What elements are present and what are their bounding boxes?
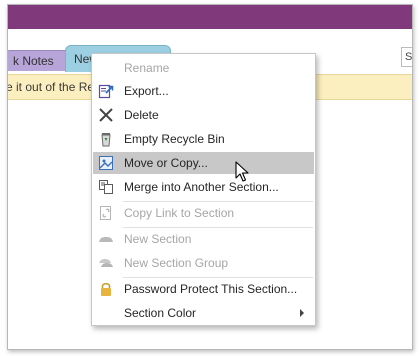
search-text: S [405, 51, 413, 63]
menu-item-label: Move or Copy... [124, 156, 208, 170]
menu-item-new-section[interactable]: New Section [93, 228, 314, 250]
menu-item-rename[interactable]: Rename [93, 57, 314, 79]
title-bar [8, 5, 412, 29]
menu-item-delete[interactable]: Delete [93, 104, 314, 126]
menu-item-label: Export... [124, 84, 169, 98]
new-section-icon [98, 231, 114, 247]
menu-item-section-color[interactable]: Section Color [93, 302, 314, 324]
menu-item-label: Password Protect This Section... [124, 282, 298, 296]
submenu-arrow-icon [300, 309, 304, 317]
delete-x-icon [98, 107, 114, 123]
menu-item-copy-link[interactable]: Copy Link to Section [93, 202, 314, 224]
merge-icon [98, 179, 114, 195]
menu-item-label: Copy Link to Section [124, 206, 235, 220]
menu-item-empty-recycle-bin[interactable]: Empty Recycle Bin [93, 128, 314, 150]
export-icon [98, 83, 114, 99]
menu-item-new-section-group[interactable]: New Section Group [93, 252, 314, 274]
menu-item-export[interactable]: Export... [93, 80, 314, 102]
menu-item-move-or-copy[interactable]: Move or Copy... [93, 152, 314, 174]
search-input[interactable]: S [401, 47, 413, 67]
menu-item-label: Empty Recycle Bin [124, 132, 225, 146]
menu-item-label: Delete [124, 108, 159, 122]
recycle-bin-icon [98, 131, 114, 147]
menu-item-merge[interactable]: Merge into Another Section... [93, 176, 314, 198]
section-context-menu: Rename Export... Delete Empty Recycle Bi… [91, 53, 316, 326]
copy-link-icon [98, 205, 114, 221]
move-copy-icon [98, 155, 114, 171]
new-section-group-icon [98, 255, 114, 271]
menu-item-label: New Section Group [124, 256, 229, 270]
menu-item-label: Section Color [124, 306, 197, 320]
lock-icon [98, 281, 114, 297]
mouse-cursor-icon [235, 161, 249, 183]
menu-item-password-protect[interactable]: Password Protect This Section... [93, 278, 314, 300]
tab-notes-label: k Notes [13, 54, 54, 68]
menu-item-label: New Section [124, 232, 192, 246]
menu-item-label: Rename [124, 61, 170, 75]
menu-item-label: Merge into Another Section... [124, 180, 279, 194]
